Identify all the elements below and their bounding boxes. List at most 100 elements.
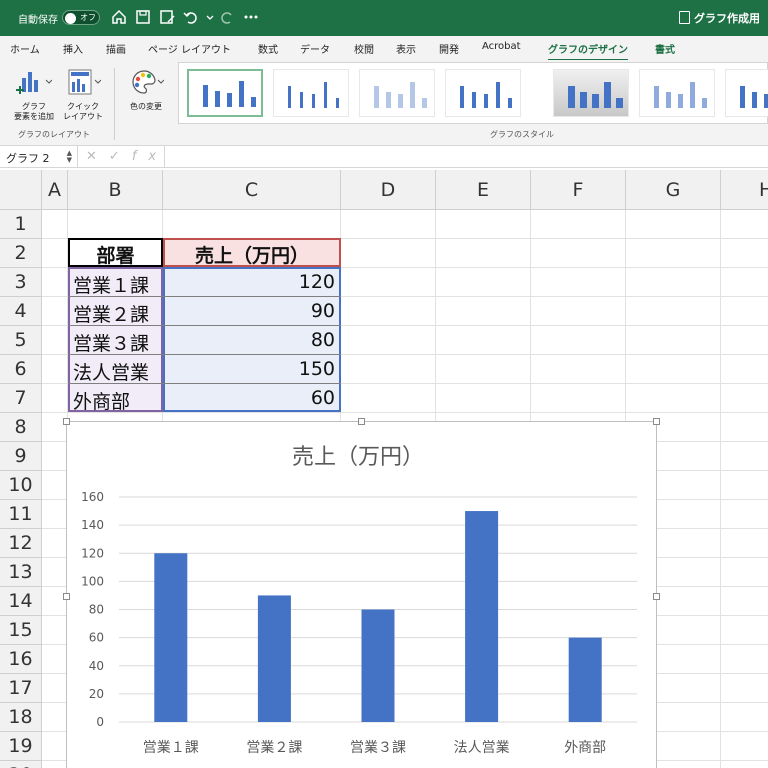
resize-handle-top[interactable] — [358, 418, 365, 425]
ribbon: グラフ 要素を追加 クイック レイアウト グラフのレイアウト 色の変更 グラフの… — [0, 60, 768, 146]
formula-bar: グラフ 2 ▲ ▼ ✕✓fx — [0, 146, 768, 168]
column-header-f[interactable]: F — [531, 170, 626, 210]
column-header-c[interactable]: C — [163, 170, 341, 210]
add-chart-element-icon — [10, 68, 58, 99]
document-title-text: グラフ作成用 — [694, 12, 760, 25]
chart-style-3[interactable] — [359, 69, 435, 117]
formula-input[interactable] — [164, 146, 768, 168]
title-bar: 自動保存 オフ グラフ作成用 — [0, 0, 768, 36]
chart-style-2[interactable] — [273, 69, 349, 117]
row-header-1[interactable]: 1 — [0, 210, 42, 239]
resize-handle-top-left[interactable] — [63, 418, 70, 425]
tab-developer[interactable]: 開発 — [439, 41, 459, 56]
y-tick-label: 120 — [81, 546, 104, 560]
undo-dropdown-icon[interactable] — [201, 8, 214, 26]
row-header-19[interactable]: 19 — [0, 732, 42, 761]
dept-cell-2[interactable]: 営業２課 — [73, 300, 149, 327]
row-header-6[interactable]: 6 — [0, 355, 42, 384]
chart-style-6[interactable] — [639, 69, 715, 117]
chart-styles-gallery — [178, 62, 768, 124]
column-header-a[interactable]: A — [42, 170, 68, 210]
row-header-2[interactable]: 2 — [0, 239, 42, 268]
y-tick-label: 100 — [81, 574, 104, 588]
undo-icon[interactable] — [182, 8, 200, 26]
header-cell-dept[interactable]: 部署 — [68, 238, 163, 267]
sales-cell-5[interactable]: 60 — [165, 387, 335, 409]
header-cell-sales[interactable]: 売上（万円） — [163, 238, 341, 267]
tab-page-layout[interactable]: ページ レイアウト — [148, 41, 231, 56]
chart-style-1[interactable] — [187, 69, 263, 117]
name-box-dropdown-icon[interactable]: ▲ ▼ — [67, 150, 72, 164]
tab-acrobat[interactable]: Acrobat — [482, 41, 521, 52]
row-header-5[interactable]: 5 — [0, 326, 42, 355]
table-row-divider — [68, 325, 341, 326]
dept-cell-5[interactable]: 外商部 — [73, 387, 130, 414]
enter-icon[interactable]: ✓ — [109, 149, 132, 164]
row-header-17[interactable]: 17 — [0, 674, 42, 703]
add-chart-element-label-2: 要素を追加 — [14, 112, 54, 121]
column-header-g[interactable]: G — [626, 170, 721, 210]
column-header-b[interactable]: B — [68, 170, 163, 210]
row-header-18[interactable]: 18 — [0, 703, 42, 732]
column-header-e[interactable]: E — [436, 170, 531, 210]
row-header-3[interactable]: 3 — [0, 268, 42, 297]
tab-data[interactable]: データ — [300, 41, 330, 56]
tab-format[interactable]: 書式 — [655, 41, 675, 56]
sales-cell-3[interactable]: 80 — [165, 329, 335, 351]
cancel-icon[interactable]: ✕ — [86, 149, 109, 164]
save-as-icon[interactable] — [158, 8, 176, 26]
quick-layout-label-2: レイアウト — [63, 112, 103, 121]
column-header-d[interactable]: D — [341, 170, 436, 210]
row-header-10[interactable]: 10 — [0, 471, 42, 500]
resize-handle-top-right[interactable] — [653, 418, 660, 425]
chart-style-4[interactable] — [445, 69, 521, 117]
y-tick-label: 20 — [89, 687, 104, 701]
sales-cell-1[interactable]: 120 — [165, 271, 335, 293]
add-chart-element-button[interactable]: グラフ 要素を追加 — [10, 68, 58, 122]
tab-view[interactable]: 表示 — [396, 41, 416, 56]
document-icon — [679, 11, 690, 24]
row-header-11[interactable]: 11 — [0, 500, 42, 529]
row-header-20[interactable]: 20 — [0, 761, 42, 768]
chart-object[interactable]: 売上（万円） 0 20 40 60 80 100 120 140 160 営業１課 営業２課 営業３課 法… — [66, 421, 657, 768]
row-header-7[interactable]: 7 — [0, 384, 42, 413]
tab-draw[interactable]: 描画 — [106, 41, 126, 56]
sales-cell-2[interactable]: 90 — [165, 300, 335, 322]
dept-cell-3[interactable]: 営業３課 — [73, 329, 149, 356]
row-header-13[interactable]: 13 — [0, 558, 42, 587]
dept-cell-4[interactable]: 法人営業 — [73, 358, 149, 385]
resize-handle-right[interactable] — [653, 593, 660, 600]
sales-cell-4[interactable]: 150 — [165, 358, 335, 380]
redo-icon[interactable] — [218, 8, 236, 26]
autosave-toggle[interactable]: オフ — [62, 10, 100, 25]
column-header-h[interactable]: H — [721, 170, 768, 210]
tab-review[interactable]: 校閲 — [354, 41, 374, 56]
row-header-12[interactable]: 12 — [0, 529, 42, 558]
row-header-16[interactable]: 16 — [0, 645, 42, 674]
bar-2 — [257, 595, 291, 722]
chart-style-5[interactable] — [553, 69, 629, 117]
more-icon[interactable] — [242, 8, 260, 26]
fx-icon[interactable]: fx — [132, 149, 168, 164]
quick-layout-button[interactable]: クイック レイアウト — [60, 68, 106, 122]
home-icon[interactable] — [110, 8, 128, 26]
ribbon-divider — [114, 68, 115, 140]
header-dept-text: 部署 — [96, 245, 135, 267]
tab-chart-design[interactable]: グラフのデザイン — [548, 41, 628, 61]
tab-home[interactable]: ホーム — [10, 41, 40, 56]
row-header-15[interactable]: 15 — [0, 616, 42, 645]
tab-insert[interactable]: 挿入 — [63, 41, 83, 56]
dept-cell-1[interactable]: 営業１課 — [73, 271, 149, 298]
row-header-4[interactable]: 4 — [0, 297, 42, 326]
name-box[interactable]: グラフ 2 ▲ ▼ — [0, 146, 78, 168]
select-all-corner[interactable] — [0, 170, 42, 210]
chart-style-7[interactable] — [725, 69, 768, 117]
change-colors-button[interactable]: 色の変更 — [122, 68, 170, 112]
resize-handle-left[interactable] — [63, 593, 70, 600]
row-header-14[interactable]: 14 — [0, 587, 42, 616]
row-header-9[interactable]: 9 — [0, 442, 42, 471]
row-header-8[interactable]: 8 — [0, 413, 42, 442]
tab-formulas[interactable]: 数式 — [258, 41, 278, 56]
save-icon[interactable] — [134, 8, 152, 26]
bar-5 — [568, 637, 602, 722]
